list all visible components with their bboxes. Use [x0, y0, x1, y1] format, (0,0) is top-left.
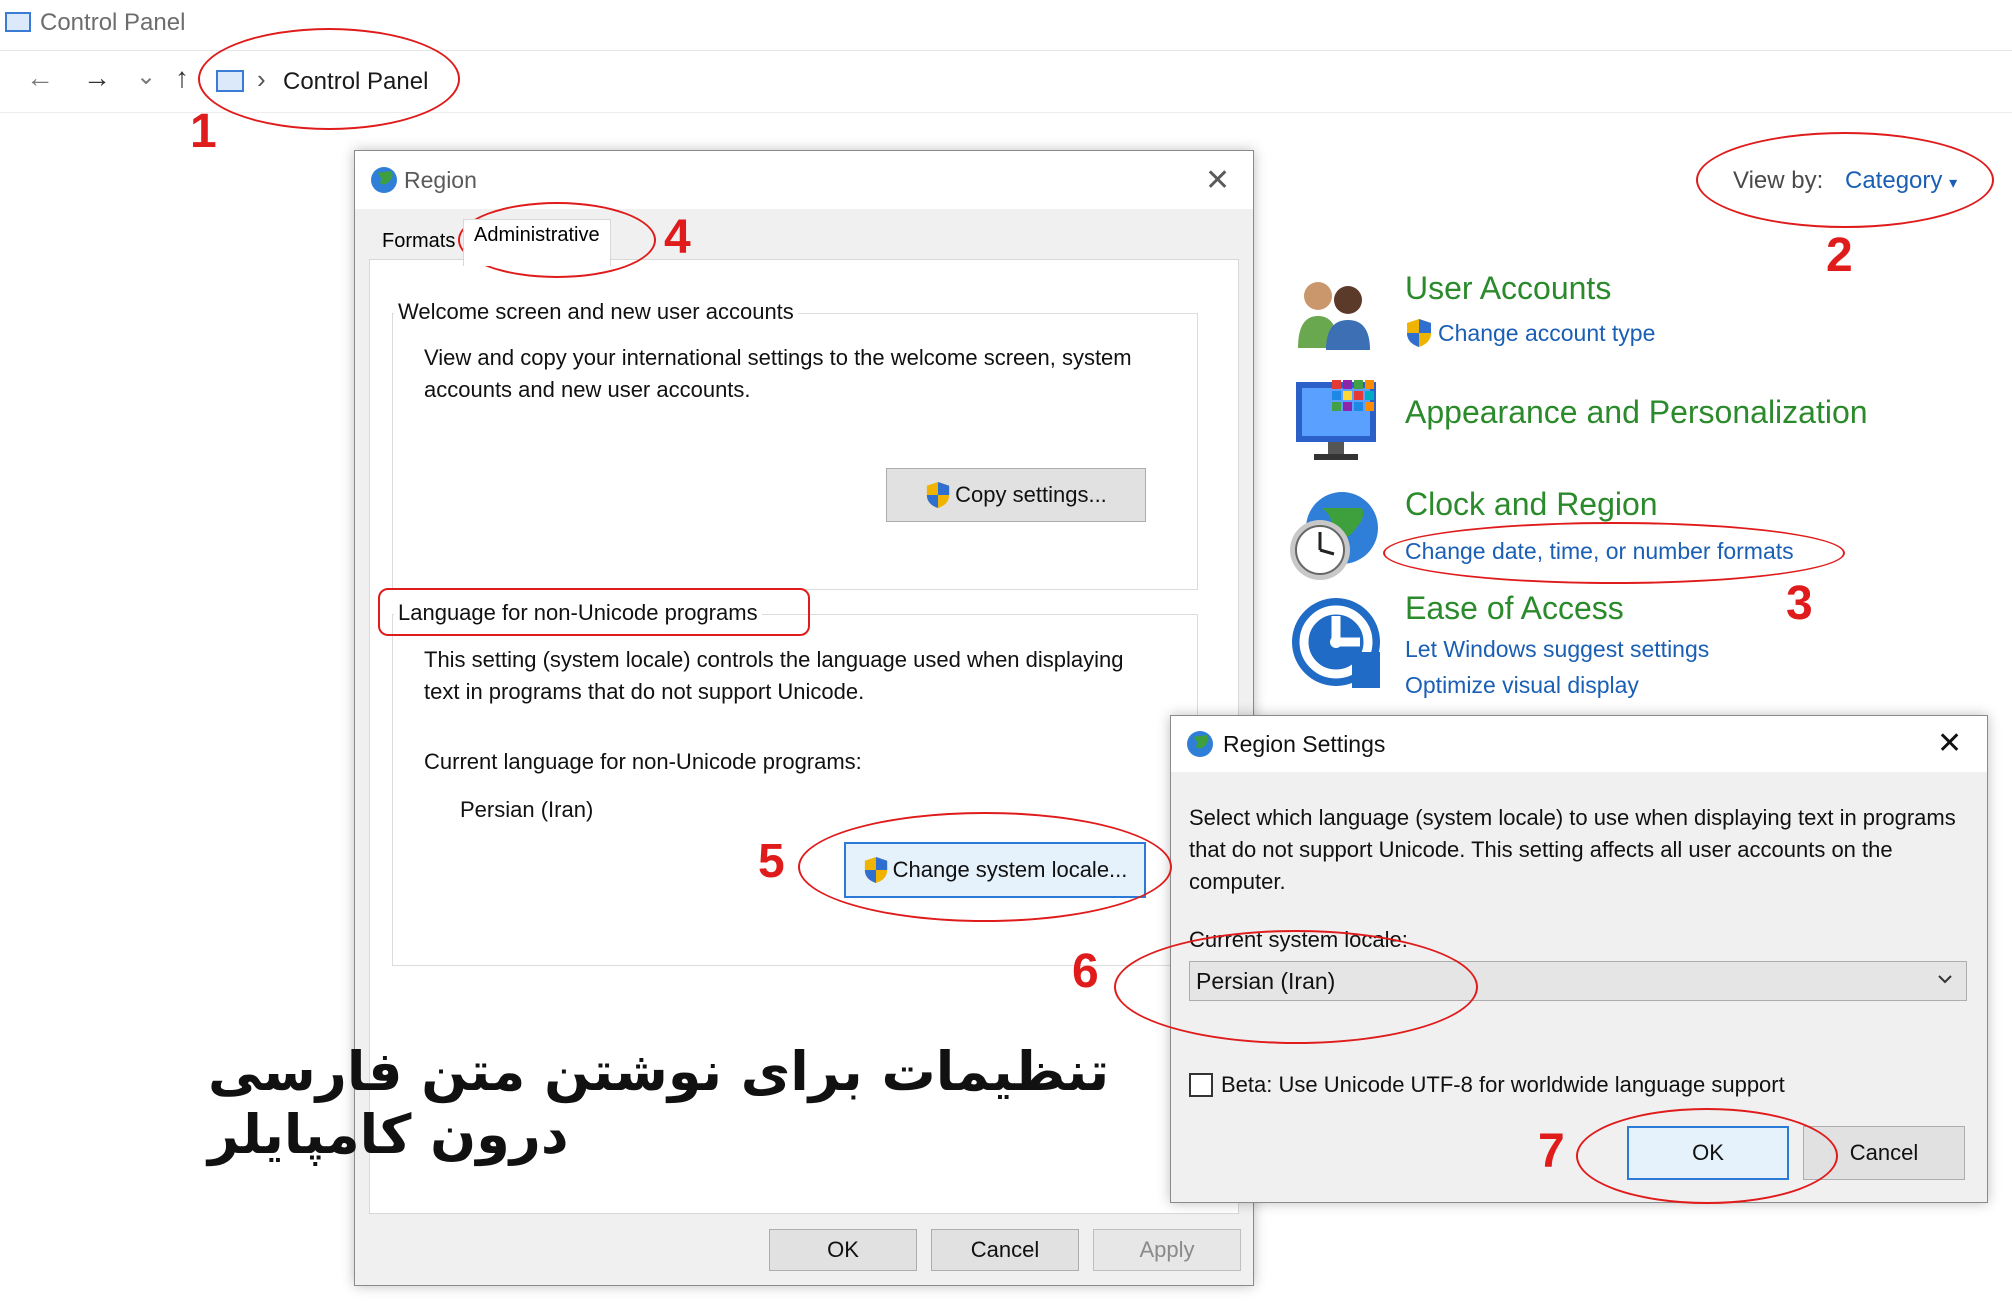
globe-icon — [1185, 729, 1215, 764]
step-number: 6 — [1072, 945, 1099, 998]
region-title-bar: Region ✕ — [355, 151, 1253, 209]
ease-of-access-icon — [1290, 596, 1382, 693]
link-change-account-type[interactable]: Change account type — [1438, 320, 1655, 347]
locale-description: Select which language (system locale) to… — [1189, 805, 1956, 894]
category-appearance-personalization[interactable]: Appearance and Personalization — [1405, 394, 1868, 431]
ok-button[interactable]: OK — [769, 1229, 917, 1271]
globe-icon — [369, 165, 399, 200]
forward-button[interactable]: → — [83, 62, 111, 94]
category-clock-region[interactable]: Clock and Region — [1405, 486, 1658, 523]
step-number: 2 — [1826, 229, 1853, 282]
utf8-checkbox[interactable] — [1189, 1073, 1213, 1097]
up-button[interactable]: ↑ — [175, 62, 189, 94]
category-ease-of-access[interactable]: Ease of Access — [1405, 590, 1624, 627]
dialog-title: Region — [404, 167, 477, 193]
annotation-ellipse — [198, 28, 460, 130]
region-settings-title-bar: Region Settings ✕ — [1171, 716, 1987, 772]
current-language-label: Current language for non-Unicode program… — [424, 749, 862, 774]
user-accounts-icon — [1290, 278, 1376, 355]
non-unicode-description: This setting (system locale) controls th… — [424, 647, 1124, 704]
annotation-box — [378, 588, 810, 636]
recent-locations-button[interactable]: ⌄ — [136, 62, 156, 91]
step-number: 7 — [1538, 1125, 1565, 1178]
welcome-description: View and copy your international setting… — [424, 345, 1132, 402]
group-label: Welcome screen and new user accounts — [394, 299, 798, 325]
current-language-value: Persian (Iran) — [460, 797, 594, 822]
cancel-button[interactable]: Cancel — [931, 1229, 1079, 1271]
clock-region-icon — [1286, 488, 1382, 589]
control-panel-icon — [5, 12, 31, 32]
step-number: 4 — [664, 211, 691, 264]
dialog-title: Region Settings — [1223, 731, 1386, 757]
copy-settings-button[interactable]: Copy settings... — [886, 468, 1146, 522]
annotation-ellipse — [1114, 930, 1478, 1044]
category-user-accounts[interactable]: User Accounts — [1405, 270, 1611, 307]
annotation-ellipse — [798, 812, 1172, 922]
step-number: 5 — [758, 835, 785, 888]
window-title: Control Panel — [40, 9, 186, 36]
link-optimize-visual-display[interactable]: Optimize visual display — [1405, 672, 1639, 699]
annotation-ellipse — [1696, 132, 1994, 228]
step-number: 3 — [1786, 577, 1813, 630]
utf8-checkbox-label: Beta: Use Unicode UTF-8 for worldwide la… — [1221, 1072, 1785, 1097]
close-button[interactable]: ✕ — [1205, 163, 1230, 198]
annotation-ellipse — [1383, 522, 1845, 584]
apply-button[interactable]: Apply — [1093, 1229, 1241, 1271]
link-let-windows-suggest-settings[interactable]: Let Windows suggest settings — [1405, 636, 1709, 663]
close-button[interactable]: ✕ — [1937, 726, 1962, 761]
chevron-down-icon — [1936, 970, 1954, 993]
appearance-personalization-icon — [1292, 376, 1382, 471]
annotation-ellipse — [1576, 1108, 1838, 1204]
shield-icon — [925, 481, 951, 509]
shield-icon — [1405, 318, 1433, 348]
button-label: Copy settings... — [955, 482, 1107, 507]
persian-caption: تنظیمات برای نوشتن متن فارسی درون کامپای… — [208, 1040, 1110, 1166]
step-number: 1 — [190, 105, 217, 158]
tab-administrative[interactable]: Administrative — [463, 219, 611, 266]
back-button[interactable]: ← — [26, 62, 54, 94]
